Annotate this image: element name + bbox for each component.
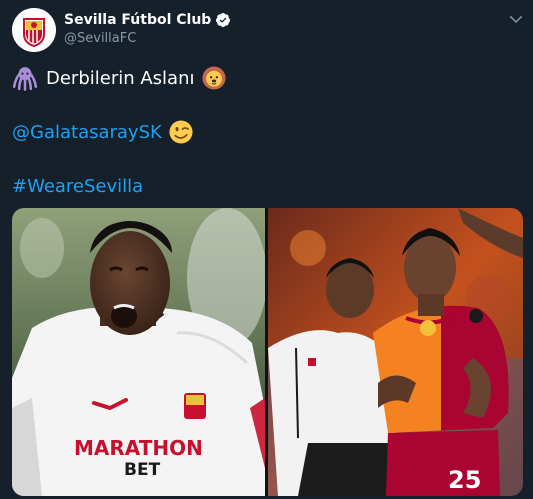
media-photo-right[interactable]: 25 xyxy=(268,208,523,496)
chevron-down-icon[interactable] xyxy=(507,10,525,28)
tweet-text-line-1: Derbilerin Aslanı xyxy=(12,64,227,92)
player-white-kit-photo: MARATHON BET xyxy=(12,208,265,496)
kit-brand-text: MARATHON xyxy=(74,436,203,460)
tweet-media[interactable]: MARATHON BET 25 xyxy=(12,208,523,496)
lion-emoji-icon xyxy=(201,66,226,90)
mention-link[interactable]: @GalatasaraySK xyxy=(12,122,162,143)
winking-face-emoji-icon xyxy=(169,120,193,144)
tweet: Sevilla Fútbol Club @SevillaFC Derbileri… xyxy=(0,0,533,499)
tweet-text: Derbilerin Aslanı xyxy=(46,67,195,89)
author-display-name[interactable]: Sevilla Fútbol Club xyxy=(64,12,211,28)
kit-sponsor-text: BET xyxy=(124,460,161,480)
verified-badge-icon xyxy=(216,13,231,27)
author-name-row[interactable]: Sevilla Fútbol Club xyxy=(64,12,231,28)
author-avatar[interactable] xyxy=(12,8,56,52)
author-handle[interactable]: @SevillaFC xyxy=(64,31,136,46)
kit-number-text: 25 xyxy=(448,466,481,494)
hashtag-link[interactable]: #WeareSevilla xyxy=(12,174,143,200)
sevilla-crest-icon xyxy=(12,8,56,52)
octopus-emoji-icon xyxy=(12,67,38,91)
media-photo-left[interactable]: MARATHON BET xyxy=(12,208,265,496)
tweet-text-line-2: @GalatasaraySK xyxy=(12,118,194,146)
players-galatasaray-kit-photo: 25 xyxy=(268,208,523,496)
